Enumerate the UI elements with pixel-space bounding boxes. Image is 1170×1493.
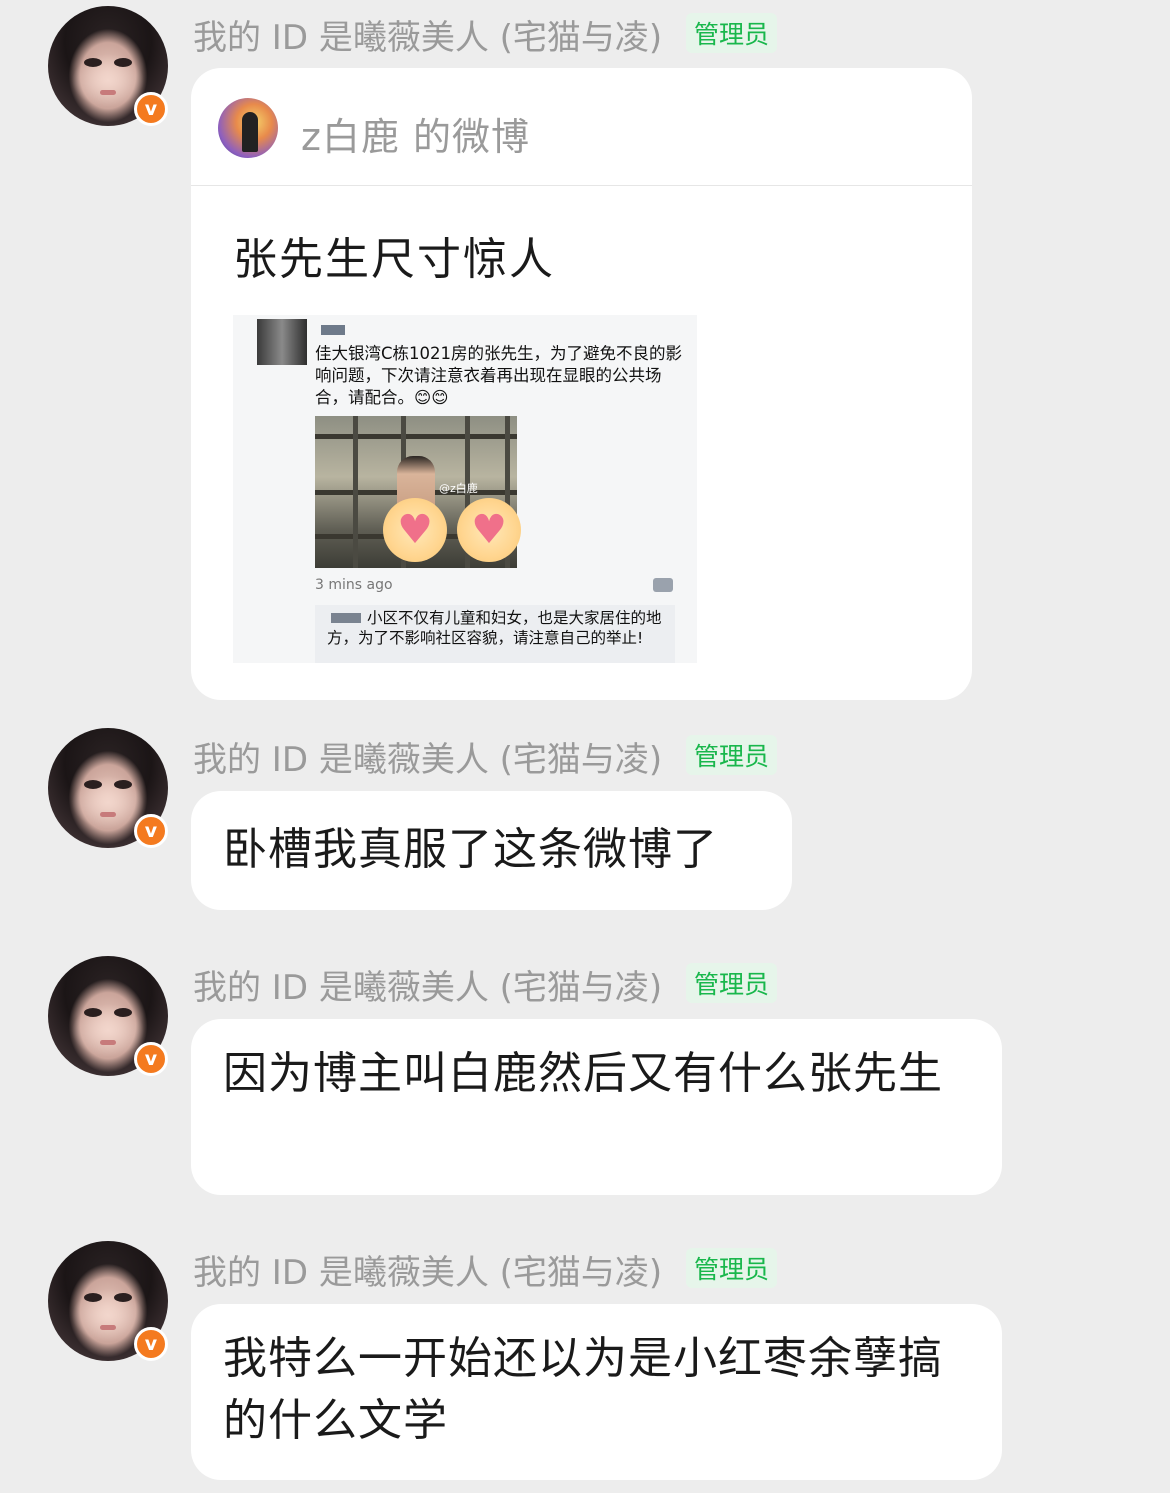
- admin-role-badge: 管理员: [686, 963, 778, 1003]
- weibo-share-card[interactable]: z白鹿 的微博 张先生尺寸惊人 佳大银湾C栋1021房的张先生，为了避免不良的影…: [191, 68, 972, 700]
- avatar-eye: [114, 780, 132, 789]
- sender-name: 我的 ID 是曦薇美人 (宅猫与凌): [193, 740, 663, 780]
- verified-badge-icon: v: [134, 814, 168, 848]
- card-post-title: 张先生尺寸惊人: [233, 234, 555, 285]
- message-bubble[interactable]: 因为博主叫白鹿然后又有什么张先生: [191, 1019, 1002, 1195]
- weibo-user-avatar: [218, 98, 278, 158]
- message-text: 因为博主叫白鹿然后又有什么张先生: [223, 1048, 943, 1099]
- avatar-mouth: [100, 1040, 116, 1045]
- sender-avatar[interactable]: v: [48, 1241, 168, 1361]
- message-bubble[interactable]: 我特么一开始还以为是小红枣余孽搞的什么文学: [191, 1304, 1002, 1480]
- message-text: 卧槽我真服了这条微博了: [223, 824, 718, 875]
- admin-role-badge: 管理员: [686, 13, 778, 53]
- blurred-username: [321, 325, 345, 335]
- post-timestamp: 3 mins ago: [315, 577, 393, 593]
- message-text: 我特么一开始还以为是小红枣余孽搞的什么文学: [223, 1333, 943, 1446]
- message-bubble[interactable]: 卧槽我真服了这条微博了: [191, 791, 792, 910]
- sender-avatar[interactable]: v: [48, 6, 168, 126]
- verified-badge-icon: v: [134, 1042, 168, 1076]
- avatar-mouth: [100, 812, 116, 817]
- avatar-eye: [84, 780, 102, 789]
- broken-heart-sticker-icon: ♥: [383, 498, 447, 562]
- avatar-eye: [114, 1008, 132, 1017]
- broken-heart-sticker-icon: ♥: [457, 498, 521, 562]
- avatar-eye: [84, 1293, 102, 1302]
- card-header: z白鹿 的微博: [191, 68, 972, 186]
- avatar-eye: [114, 1293, 132, 1302]
- reply-text: 小区不仅有儿童和妇女，也是大家居住的地方，为了不影响社区容貌，请注意自己的举止!: [327, 609, 662, 647]
- card-post-image: 佳大银湾C栋1021房的张先生，为了避免不良的影响问题，下次请注意衣着再出现在显…: [233, 315, 697, 663]
- reply-box: 小区不仅有儿童和妇女，也是大家居住的地方，为了不影响社区容貌，请注意自己的举止!: [315, 605, 675, 663]
- avatar-eye: [84, 1008, 102, 1017]
- verified-badge-icon: v: [134, 92, 168, 126]
- admin-role-badge: 管理员: [686, 1248, 778, 1288]
- card-header-title: z白鹿 的微博: [301, 115, 531, 159]
- comment-icon: [653, 578, 673, 592]
- sender-avatar[interactable]: v: [48, 956, 168, 1076]
- sender-name: 我的 ID 是曦薇美人 (宅猫与凌): [193, 1253, 663, 1293]
- screenshot-post-text: 佳大银湾C栋1021房的张先生，为了避免不良的影响问题，下次请注意衣着再出现在显…: [315, 344, 683, 407]
- sender-avatar[interactable]: v: [48, 728, 168, 848]
- watermark: @z白鹿: [439, 482, 478, 495]
- avatar-mouth: [100, 90, 116, 95]
- sender-name: 我的 ID 是曦薇美人 (宅猫与凌): [193, 968, 663, 1008]
- avatar-eye: [84, 58, 102, 67]
- avatar-eye: [114, 58, 132, 67]
- verified-badge-icon: v: [134, 1327, 168, 1361]
- sender-name: 我的 ID 是曦薇美人 (宅猫与凌): [193, 18, 663, 58]
- admin-role-badge: 管理员: [686, 735, 778, 775]
- blurred-avatar: [257, 319, 307, 365]
- avatar-mouth: [100, 1325, 116, 1330]
